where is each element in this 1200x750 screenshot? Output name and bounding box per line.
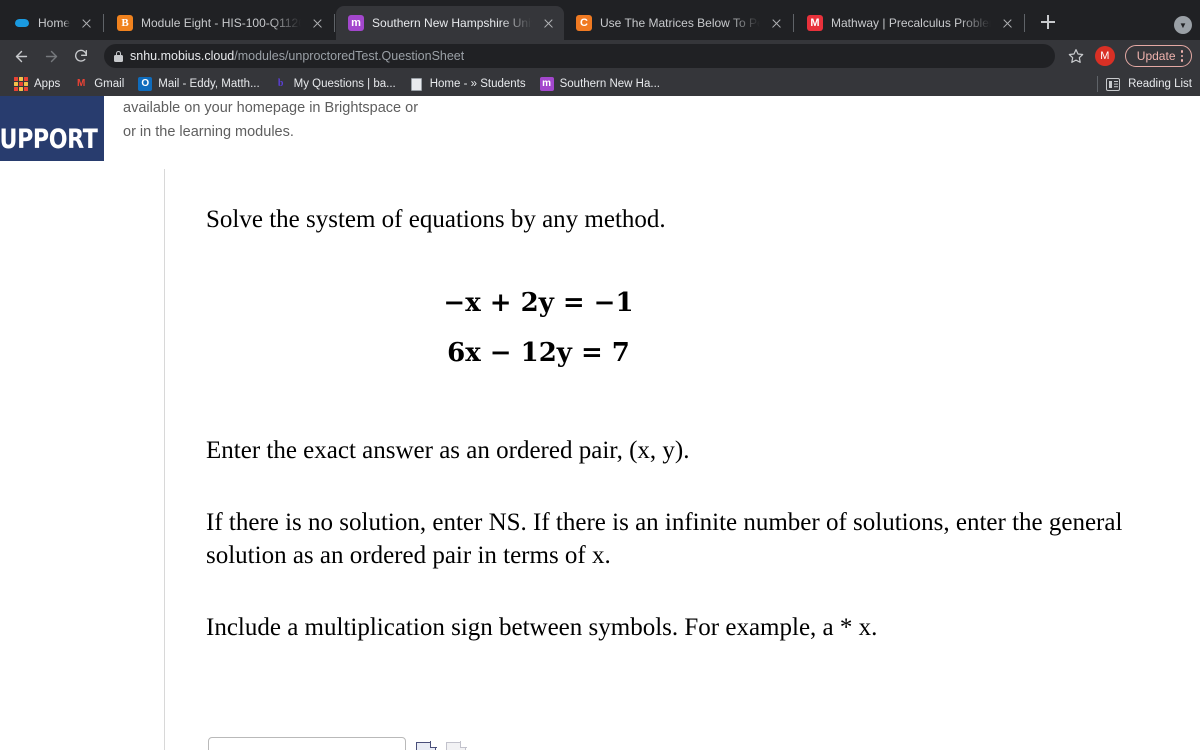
tab-close-icon[interactable] (768, 15, 784, 31)
apps-grid-icon (14, 77, 28, 91)
url-path: /modules/unproctoredTest.QuestionSheet (234, 49, 465, 63)
answer-input[interactable] (208, 737, 406, 750)
equation-2: 6x − 12y = 7 (447, 338, 630, 368)
bookmark-label: My Questions | ba... (293, 78, 396, 90)
browser-tab-snhu-active[interactable]: m Southern New Hampshire Univ (336, 6, 565, 40)
cloud-favicon (14, 15, 30, 31)
palette-document-icon: P (446, 741, 467, 750)
mobius-favicon: m (348, 15, 365, 31)
support-badge-glyph: S (0, 109, 104, 125)
document-icon (410, 77, 424, 91)
tab-close-icon[interactable] (309, 15, 325, 31)
tab-strip: Home B Module Eight - HIS-100-Q1126 m So… (0, 0, 1200, 40)
browser-toolbar: snhu.mobius.cloud/modules/unproctoredTes… (0, 40, 1200, 72)
instruction-ordered-pair: Enter the exact answer as an ordered pai… (206, 437, 690, 464)
support-badge: S SUPPORT (0, 96, 104, 161)
chevron-down-icon[interactable]: ▼ (1174, 16, 1192, 34)
tab-separator (103, 14, 105, 32)
equation-1: −x + 2y = −1 (443, 288, 634, 318)
mathway-favicon: M (807, 15, 824, 31)
equation-system: −x + 2y = −1 6x − 12y = 7 (206, 278, 1200, 378)
mobius-icon: m (539, 77, 554, 91)
update-button-label: Update (1136, 49, 1176, 63)
tab-title: Module Eight - HIS-100-Q1126 (141, 16, 302, 30)
forward-arrow-icon[interactable] (38, 43, 64, 69)
bookmark-apps[interactable]: Apps (8, 74, 66, 94)
bartleby-icon: b (277, 78, 284, 89)
divider (1097, 76, 1099, 92)
star-icon[interactable] (1065, 45, 1087, 67)
bookmark-mail-outlook[interactable]: O Mail - Eddy, Matth... (132, 74, 265, 94)
browser-tab-home[interactable]: Home (2, 6, 102, 40)
tab-title: Home (38, 16, 71, 30)
question-prompt: Solve the system of equations by any met… (206, 206, 666, 233)
bookmark-my-questions[interactable]: b My Questions | ba... (268, 74, 402, 94)
tab-separator (793, 14, 795, 32)
instruction-multiplication: Include a multiplication sign between sy… (206, 614, 878, 641)
answer-row: P (208, 737, 467, 750)
brightspace-favicon: B (117, 15, 134, 31)
tab-title: Southern New Hampshire Univ (372, 16, 533, 30)
tab-close-icon[interactable] (540, 15, 556, 31)
lock-icon (114, 50, 123, 62)
tab-close-icon[interactable] (78, 15, 94, 31)
browser-tab-matrices[interactable]: C Use The Matrices Below To Per (564, 6, 792, 40)
new-tab-button[interactable] (1034, 8, 1062, 36)
gmail-icon: M (77, 78, 86, 89)
bookmark-label: Apps (34, 78, 61, 90)
tab-title: Use The Matrices Below To Per (600, 16, 761, 30)
update-button[interactable]: Update (1124, 45, 1192, 67)
tab-strip-right-controls: ▼ (1174, 16, 1192, 34)
banner-line-1: available on your homepage in Brightspac… (123, 100, 419, 116)
bookmarks-bar: Apps M Gmail O Mail - Eddy, Matth... b M… (0, 72, 1200, 96)
preview-document-icon[interactable] (416, 741, 437, 750)
bookmark-label: Home - » Students (429, 78, 526, 90)
tab-title: Mathway | Precalculus Problem (831, 16, 992, 30)
content-divider (164, 169, 165, 750)
tab-close-icon[interactable] (999, 15, 1015, 31)
address-bar-url: snhu.mobius.cloud/modules/unproctoredTes… (130, 49, 464, 63)
outlook-icon: O (138, 77, 153, 91)
banner-line-2: or in the learning modules. (123, 124, 294, 140)
browser-tab-mathway[interactable]: M Mathway | Precalculus Problem (795, 6, 1023, 40)
support-badge-word: SUPPORT (0, 124, 98, 155)
bookmarks-bar-right: Reading List (1097, 76, 1192, 92)
back-arrow-icon[interactable] (8, 43, 34, 69)
instruction-no-solution: If there is no solution, enter NS. If th… (206, 509, 1123, 569)
browser-tab-module-eight[interactable]: B Module Eight - HIS-100-Q1126 (105, 6, 333, 40)
bookmark-label: Mail - Eddy, Matth... (158, 78, 260, 90)
profile-avatar[interactable]: M (1094, 46, 1115, 66)
question-body: Solve the system of equations by any met… (206, 169, 1200, 644)
url-host: snhu.mobius.cloud (130, 49, 235, 63)
banner-text: available on your homepage in Brightspac… (123, 96, 418, 144)
chegg-favicon: C (576, 15, 593, 31)
bookmark-home-students[interactable]: Home - » Students (404, 74, 532, 94)
address-bar[interactable]: snhu.mobius.cloud/modules/unproctoredTes… (104, 44, 1055, 68)
bookmark-gmail[interactable]: M Gmail (68, 74, 130, 94)
reading-list-icon (1106, 77, 1121, 91)
reading-list-label[interactable]: Reading List (1128, 78, 1192, 90)
tab-separator (334, 14, 336, 32)
kebab-menu-icon[interactable] (1180, 50, 1183, 62)
tab-separator (1024, 14, 1026, 32)
bookmark-label: Gmail (94, 78, 125, 90)
browser-window: Home B Module Eight - HIS-100-Q1126 m So… (0, 0, 1200, 750)
bookmark-southern-new-hampshire[interactable]: m Southern New Ha... (534, 74, 666, 94)
reload-icon[interactable] (68, 43, 94, 69)
page-content: S SUPPORT available on your homepage in … (0, 96, 1200, 750)
bookmark-label: Southern New Ha... (559, 78, 660, 90)
